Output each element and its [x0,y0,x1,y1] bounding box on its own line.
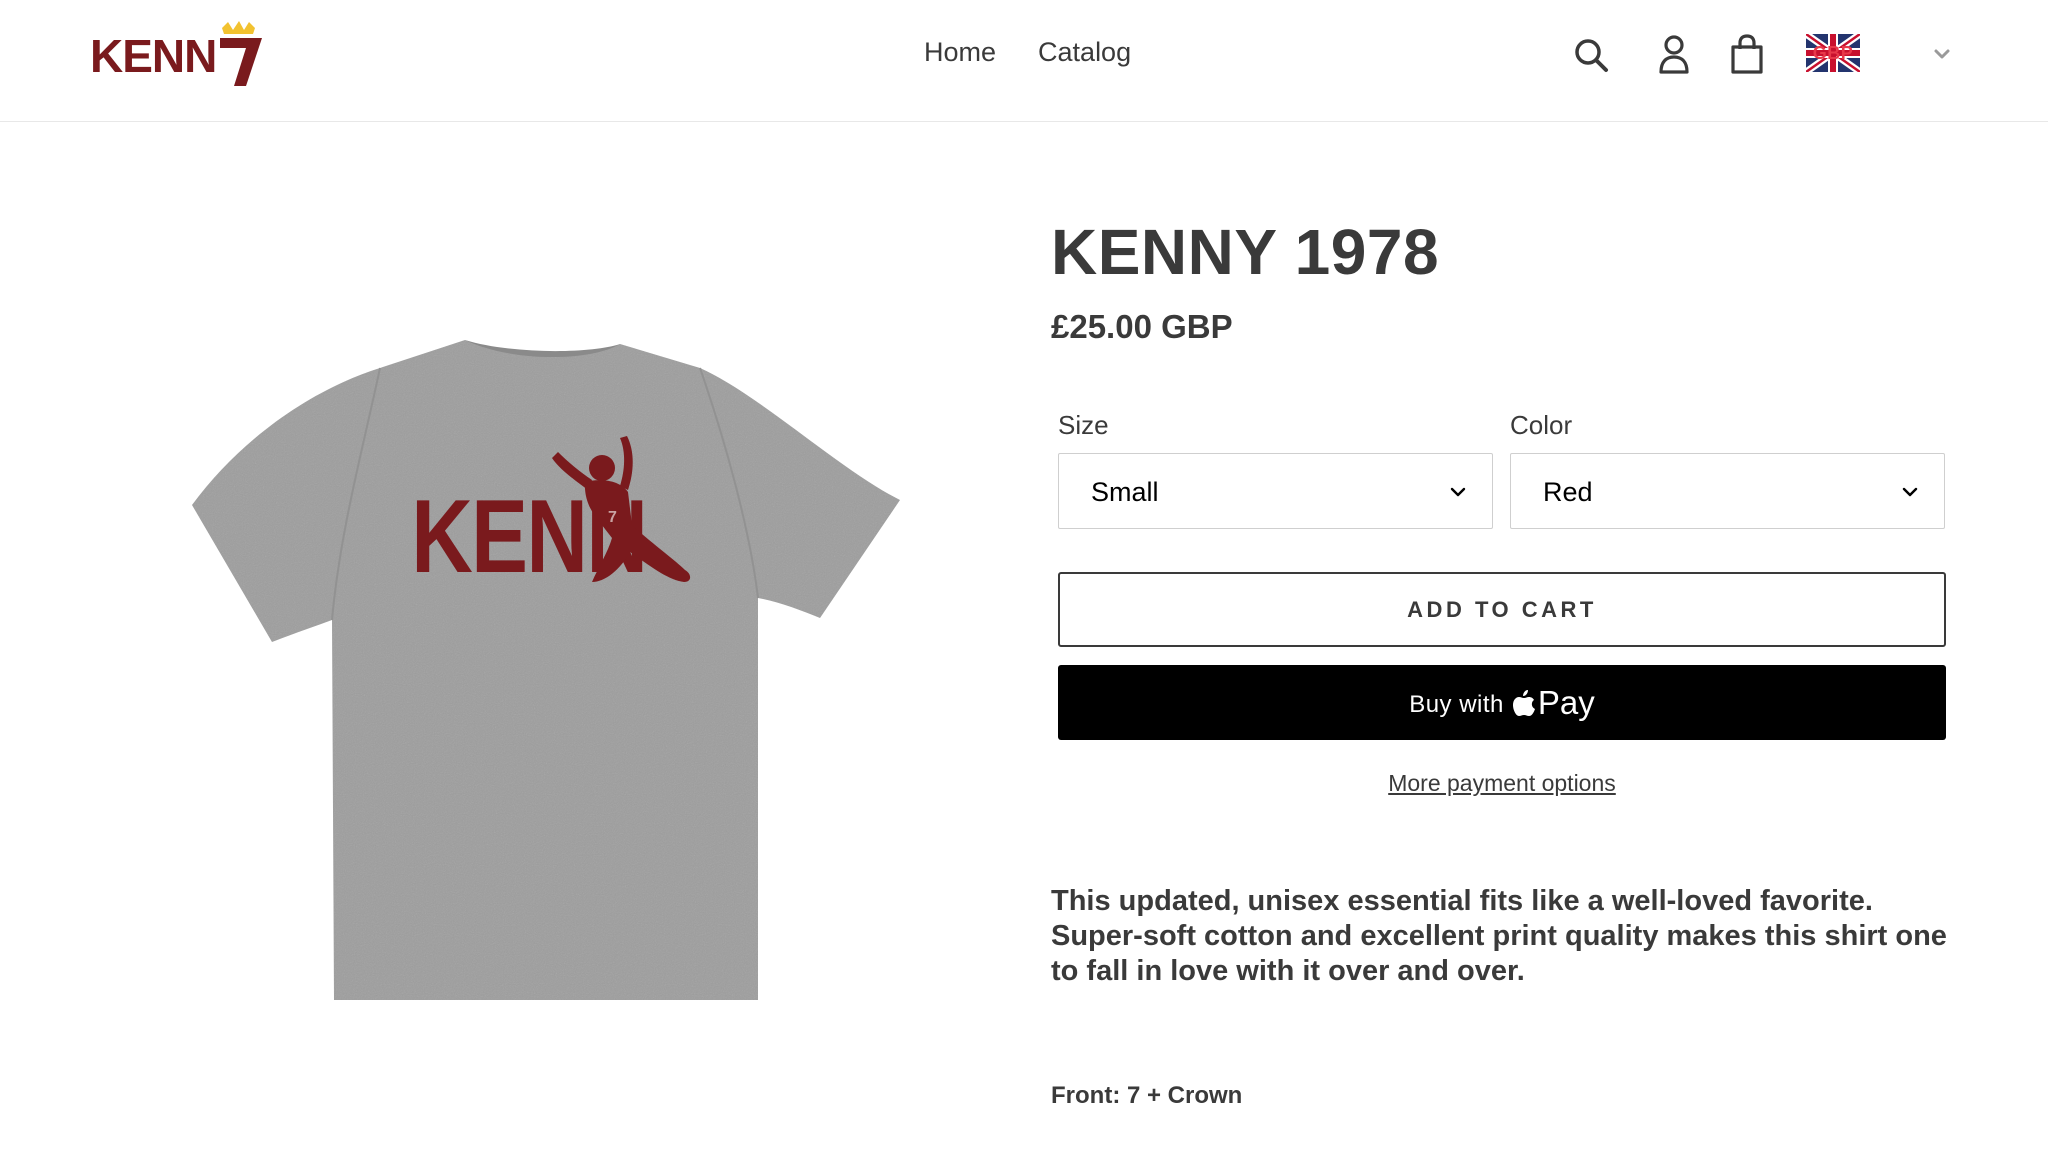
nav-home-link[interactable]: Home [924,37,996,68]
main-nav: Home Catalog [924,37,1131,68]
nav-catalog-link[interactable]: Catalog [1038,37,1131,68]
buy-with-label: Buy with [1409,690,1504,718]
chevron-down-icon [1902,487,1918,497]
svg-text:7: 7 [608,509,617,526]
product-image[interactable]: KENN 7 [180,320,920,1020]
more-payment-options-link[interactable]: More payment options [1058,770,1946,797]
product-description: This updated, unisex essential fits like… [1051,885,1947,987]
svg-text:KENN: KENN [90,30,216,82]
cart-icon[interactable] [1727,32,1767,76]
store-logo[interactable]: KENN [90,20,270,90]
search-icon[interactable] [1572,32,1612,76]
color-label: Color [1510,410,1573,440]
apple-logo-icon [1512,689,1535,716]
size-select-value: Small [1091,477,1159,507]
product-price: £25.00 GBP [1051,308,1233,345]
add-to-cart-button[interactable]: ADD TO CART [1058,572,1946,647]
apple-pay-button[interactable]: Buy with Pay [1058,665,1946,740]
product-title: KENNY 1978 [1051,216,1440,288]
color-select-value: Red [1543,477,1593,507]
size-select[interactable]: Small [1058,453,1493,529]
chevron-down-icon [1450,487,1466,497]
currency-code: GBP [1812,43,1854,63]
apple-pay-logo: Pay [1512,684,1595,722]
pay-word: Pay [1537,683,1595,721]
size-label: Size [1058,410,1109,440]
currency-selector[interactable]: GBP [1803,31,1863,75]
product-front-note: Front: 7 + Crown [1051,1082,1243,1109]
chevron-down-icon[interactable] [1930,42,1954,66]
site-header: KENN Home Catalog GBP [0,0,2048,122]
account-icon[interactable] [1654,32,1694,76]
color-select[interactable]: Red [1510,453,1945,529]
